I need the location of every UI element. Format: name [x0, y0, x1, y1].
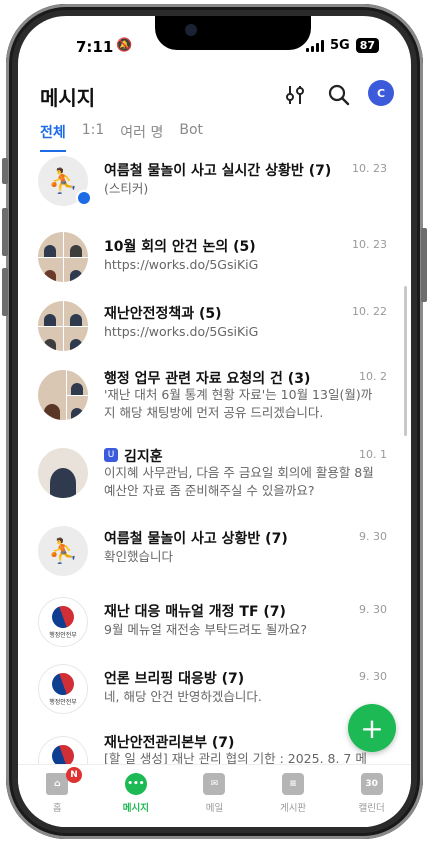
agency-logo: 행정안전부	[38, 664, 88, 714]
chat-date: 9. 30	[359, 603, 387, 616]
group-photo-grid	[38, 370, 88, 420]
chat-title: 재난안전정책과 (5)	[104, 306, 222, 322]
chat-date: 10. 2	[359, 370, 387, 383]
chat-item[interactable]: 10월 회의 안건 논의 (5) 10. 23 https://works.do…	[18, 224, 411, 293]
agency-logo-text: 행정안전부	[49, 698, 77, 706]
taeguk-icon	[48, 669, 78, 698]
nav-home[interactable]: ⌂ N 홈	[18, 765, 97, 827]
chat-date: 10. 23	[352, 162, 387, 175]
chat-title: 언론 브리핑 대응방 (7)	[104, 671, 245, 687]
chat-title: 여름철 물놀이 사고 상황반 (7)	[104, 531, 288, 547]
volleyball-icon: ⛹	[38, 526, 88, 576]
board-icon: ≡	[282, 773, 305, 795]
chat-preview: '재난 대처 6월 통계 현황 자료'는 10월 13일(월)까지 해당 채팅방…	[104, 387, 373, 420]
chat-item[interactable]: 재난안전정책과 (5) 10. 22 https://works.do/5Gsi…	[18, 293, 411, 362]
chat-date: 9. 30	[359, 530, 387, 543]
chat-avatar	[38, 448, 88, 498]
mute-switch	[2, 158, 8, 184]
power-button	[421, 228, 427, 302]
nav-label: 메시지	[122, 803, 149, 814]
chat-preview: (스티커)	[104, 181, 149, 196]
network-type: 5G	[330, 38, 350, 53]
chat-title: 행정 업무 관련 자료 요청의 건 (3)	[104, 371, 311, 387]
chat-preview: 네, 해당 안건 반영하겠습니다.	[104, 689, 262, 704]
nav-calendar[interactable]: 30 캘린더	[332, 765, 411, 827]
chat-avatar: 행정안전부	[38, 597, 88, 647]
chat-item[interactable]: ⛹ 여름철 물놀이 사고 실시간 상황반 (7) 10. 23 (스티커)	[18, 154, 411, 224]
nav-label: 메일	[205, 803, 224, 814]
chat-date: 9. 30	[359, 670, 387, 683]
profile-avatar[interactable]: C	[368, 80, 394, 106]
chat-title: 10월 회의 안건 논의 (5)	[104, 239, 256, 255]
nav-label: 홈	[52, 803, 62, 814]
nav-label: 캘린더	[358, 803, 385, 814]
front-camera	[185, 24, 197, 36]
chat-preview: 확인했습니다	[104, 549, 174, 564]
agency-logo: 행정안전부	[38, 597, 88, 647]
chat-title: 여름철 물놀이 사고 실시간 상황반 (7)	[104, 163, 332, 179]
chat-item[interactable]: U 김지훈 10. 1 이지혜 사무관님, 다음 주 금요일 회의에 활용할 8…	[18, 440, 411, 520]
signal-icon	[306, 39, 324, 52]
nav-messages[interactable]: ••• 메시지	[97, 765, 176, 827]
taeguk-icon	[48, 602, 78, 631]
nav-label: 게시판	[279, 803, 307, 814]
status-time: 7:11	[76, 38, 114, 56]
new-chat-button[interactable]: +	[348, 704, 396, 752]
chat-date: 10. 23	[352, 238, 387, 251]
page-title: 메시지	[40, 86, 96, 110]
group-photo-grid	[38, 232, 88, 282]
mail-icon: ✉	[203, 773, 226, 795]
nav-mail[interactable]: ✉ 메일	[175, 765, 254, 827]
chat-date: 10. 1	[359, 448, 387, 461]
search-icon[interactable]	[326, 82, 352, 108]
chat-title: 김지훈	[124, 449, 163, 465]
volume-up-button	[2, 208, 8, 256]
chat-title: 재난 대응 매뉴얼 개정 TF (7)	[104, 604, 286, 620]
group-photo-grid	[38, 301, 88, 351]
calendar-icon: 30	[360, 773, 383, 795]
chat-item[interactable]: 행정 업무 관련 자료 요청의 건 (3) 10. 2 '재난 대처 6월 통계…	[18, 362, 411, 440]
agency-logo-text: 행정안전부	[49, 631, 77, 639]
taeguk-icon	[48, 741, 78, 764]
filter-icon[interactable]	[282, 82, 308, 108]
chat-avatar	[38, 301, 88, 351]
chat-item[interactable]: 행정안전부 재난 대응 매뉴얼 개정 TF (7) 9. 30 9월 메뉴얼 재…	[18, 589, 411, 656]
tab-bot[interactable]: Bot	[179, 122, 203, 152]
chat-avatar	[38, 232, 88, 282]
tab-all[interactable]: 전체	[40, 122, 66, 152]
direct-chat-tag-icon: U	[104, 448, 118, 462]
volume-down-button	[2, 268, 8, 316]
chat-avatar	[38, 370, 88, 420]
group-badge-icon	[76, 190, 92, 206]
new-badge: N	[66, 767, 82, 783]
bottom-nav: ⌂ N 홈 ••• 메시지 ✉ 메일 ≡ 게시판 30 캘린더	[18, 764, 411, 827]
tab-group[interactable]: 여러 명	[120, 122, 163, 152]
chat-preview: 이지혜 사무관님, 다음 주 금요일 회의에 활용할 8월 예산안 자료 좀 준…	[104, 465, 374, 498]
chat-avatar: 행정안전부	[38, 664, 88, 714]
chat-item[interactable]: ⛹ 여름철 물놀이 사고 상황반 (7) 9. 30 확인했습니다	[18, 520, 411, 589]
home-icon: ⌂	[46, 773, 69, 795]
agency-logo: 행정안전부	[38, 736, 88, 764]
tab-one-to-one[interactable]: 1:1	[82, 122, 105, 152]
chat-preview: [할 일 생성] 재난 관리 협의 기한 : 2025. 8. 7 메시지방 :…	[104, 751, 367, 764]
chat-icon: •••	[124, 773, 147, 795]
chat-avatar: 행정안전부	[38, 736, 88, 764]
app-screen: 7:11 🔕 5G 87 메시지 C 전체 1:1 여러 명 Bot ⛹ 여름철…	[18, 16, 411, 827]
nav-board[interactable]: ≡ 게시판	[254, 765, 333, 827]
chat-avatar: ⛹	[38, 526, 88, 576]
status-indicators: 5G 87	[306, 38, 380, 53]
chat-preview: https://works.do/5GsiKiG	[104, 257, 259, 272]
chat-date: 10. 22	[352, 305, 387, 318]
chat-preview: https://works.do/5GsiKiG	[104, 324, 259, 339]
chat-filter-tabs: 전체 1:1 여러 명 Bot	[40, 122, 219, 152]
chat-preview: 9월 메뉴얼 재전송 부탁드려도 될까요?	[104, 622, 307, 637]
chat-title: 재난안전관리본부 (7)	[104, 735, 235, 751]
silent-bell-icon: 🔕	[116, 38, 133, 53]
scrollbar[interactable]	[404, 286, 407, 436]
chat-list: ⛹ 여름철 물놀이 사고 실시간 상황반 (7) 10. 23 (스티커) 10…	[18, 154, 411, 764]
dynamic-island	[155, 16, 311, 50]
battery-icon: 87	[355, 38, 380, 53]
